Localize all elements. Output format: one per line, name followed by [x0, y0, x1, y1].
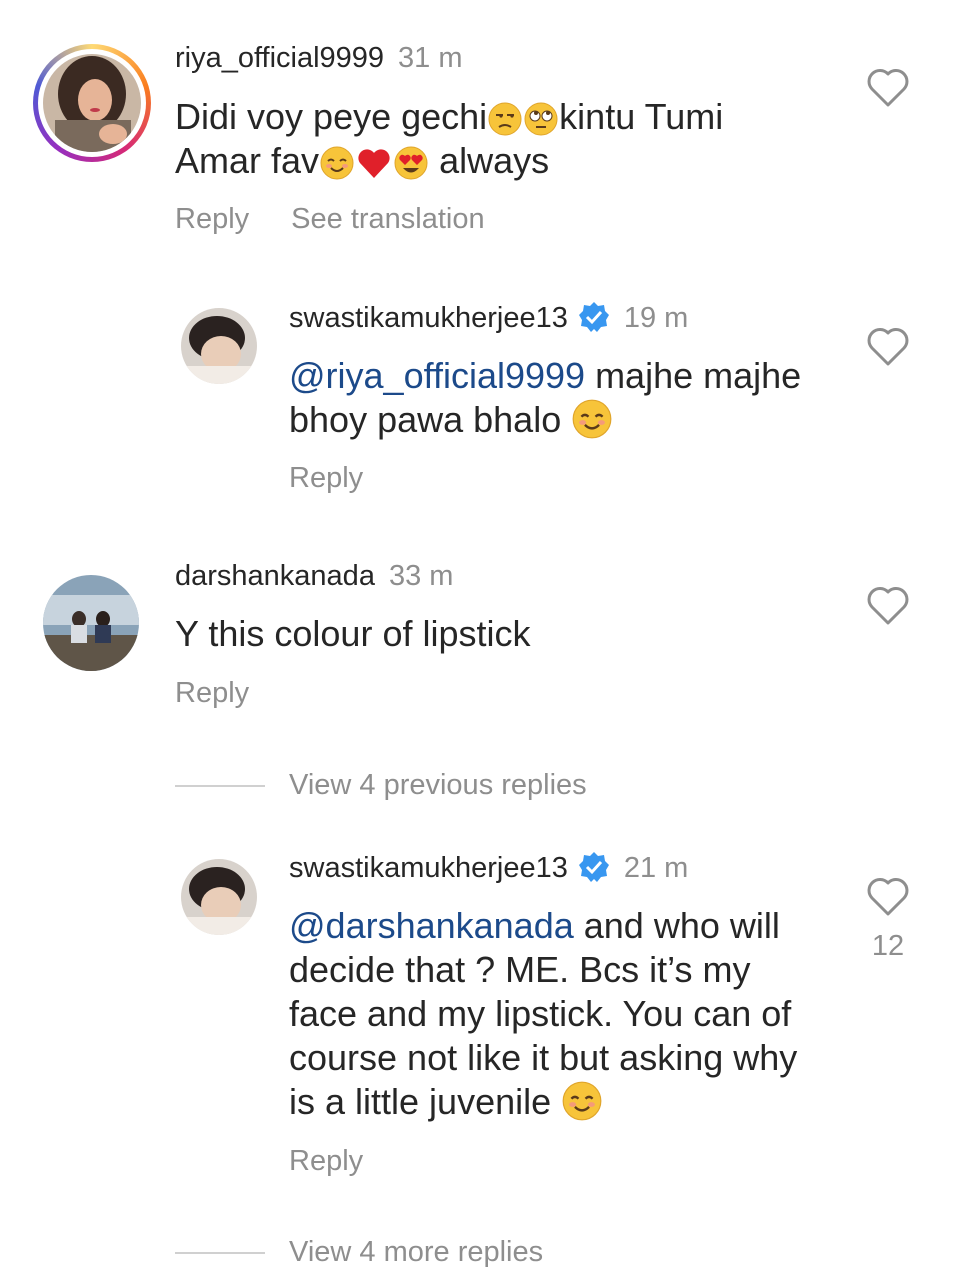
avatar[interactable] [181, 859, 257, 935]
avatar[interactable] [181, 308, 257, 384]
view-previous-replies[interactable]: View 4 previous replies [175, 767, 587, 803]
see-translation-button[interactable]: See translation [291, 203, 484, 235]
smiling-face-icon [562, 1081, 602, 1121]
timestamp: 33 m [388, 560, 454, 592]
comment-text: Didi voy peye gechi kintu Tumi Amar fav a… [175, 96, 724, 181]
heart-icon[interactable] [866, 68, 910, 108]
comment-text: Y this colour of lipstick [175, 613, 531, 654]
comment-text: @darshankanada and who will decide that … [289, 905, 798, 1122]
smiling-face-icon [320, 146, 354, 180]
mention-link[interactable]: @riya_official9999 [289, 355, 585, 396]
timestamp: 31 m [398, 42, 463, 74]
like-count[interactable]: 12 [858, 930, 918, 963]
smiling-face-icon [572, 399, 612, 439]
divider [175, 1252, 265, 1255]
reply-button[interactable]: Reply [289, 1145, 363, 1177]
reply-button[interactable]: Reply [289, 462, 363, 494]
heart-icon[interactable] [866, 327, 910, 367]
avatar[interactable] [43, 575, 139, 671]
red-heart-icon [358, 149, 390, 178]
username[interactable]: swastikamukherjee13 [289, 302, 568, 334]
verified-badge-icon [578, 302, 609, 332]
username[interactable]: swastikamukherjee13 [289, 852, 568, 884]
rolling-eyes-icon [524, 102, 558, 136]
story-ring[interactable] [33, 44, 151, 162]
heart-icon[interactable] [866, 586, 910, 626]
reply-button[interactable]: Reply [175, 203, 249, 235]
timestamp: 21 m [623, 852, 689, 884]
mention-link[interactable]: @darshankanada [289, 905, 574, 946]
reply-button[interactable]: Reply [175, 677, 249, 709]
verified-badge-icon [578, 852, 609, 882]
unamused-face-icon [488, 102, 522, 136]
view-more-replies[interactable]: View 4 more replies [175, 1234, 543, 1270]
timestamp: 19 m [623, 302, 689, 334]
username[interactable]: darshankanada [175, 560, 375, 592]
heart-eyes-icon [394, 146, 428, 180]
heart-icon[interactable] [866, 877, 910, 917]
username[interactable]: riya_official9999 [175, 42, 384, 74]
divider [175, 785, 265, 788]
avatar[interactable] [43, 54, 141, 152]
comment-text: @riya_official9999 majhe majhe bhoy pawa… [289, 355, 802, 440]
